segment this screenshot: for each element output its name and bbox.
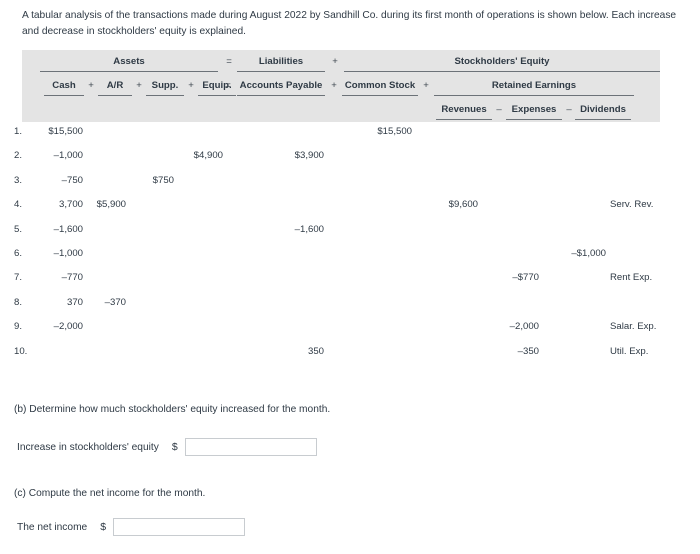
increase-in-stockholders-equity-input[interactable]	[184, 438, 317, 456]
rule-common-stock	[342, 95, 418, 96]
question-c-answer-row: The net income $	[17, 518, 246, 536]
header-operator-minus-2: –	[566, 104, 572, 115]
header-operator-minus-1: –	[496, 104, 502, 115]
table-row: 4. 3,700 $5,900 $9,600 Serv. Rev.	[0, 199, 700, 223]
header-operator-plus-2: +	[88, 80, 94, 91]
header-dividends: Dividends	[580, 104, 626, 115]
cell-expenses: –2,000	[509, 321, 539, 333]
rule-assets	[40, 71, 218, 72]
question-b-label: Increase in stockholders' equity	[17, 441, 159, 453]
header-operator-plus-4: +	[188, 80, 194, 91]
cell-revenues: $9,600	[448, 199, 478, 211]
cell-accounts-payable: –1,600	[294, 223, 324, 235]
question-c-label: The net income	[17, 521, 88, 533]
table-row: 1. $15,500 $15,500	[0, 126, 700, 150]
cell-explanation: Util. Exp.	[610, 345, 649, 357]
header-accounts-receivable: A/R	[106, 80, 124, 91]
header-expenses: Expenses	[511, 104, 557, 115]
cell-dividends: –$1,000	[571, 247, 606, 259]
cell-accounts-receivable: –370	[104, 296, 126, 308]
question-b-currency-symbol: $	[171, 441, 178, 453]
cell-expenses: –$770	[512, 272, 539, 284]
question-c-prompt: (c) Compute the net income for the month…	[14, 488, 206, 499]
rule-expenses	[506, 119, 562, 120]
header-cash: Cash	[52, 80, 76, 91]
table-row: 5. –1,600 –1,600	[0, 224, 700, 248]
rule-accounts-receivable	[98, 95, 132, 96]
header-common-stock: Common Stock	[344, 80, 416, 91]
header-accounts-payable: Accounts Payable	[239, 80, 323, 91]
header-operator-plus-6: +	[423, 80, 429, 91]
table-header-block: Assets = Liabilities + Stockholders' Equ…	[22, 50, 660, 122]
header-stockholders-equity: Stockholders' Equity	[454, 56, 550, 67]
cell-accounts-payable: $3,900	[294, 150, 324, 162]
cell-explanation: Salar. Exp.	[610, 321, 657, 333]
rule-dividends	[575, 119, 631, 120]
question-b-answer-row: Increase in stockholders' equity $	[17, 438, 317, 456]
rule-cash	[44, 95, 84, 96]
table-row: 3. –750 $750	[0, 175, 700, 199]
intro-paragraph: A tabular analysis of the transactions m…	[22, 10, 677, 37]
table-row: 8. 370 –370	[0, 297, 700, 321]
net-income-input[interactable]	[113, 518, 246, 536]
question-c-currency-symbol: $	[100, 521, 107, 533]
header-operator-plus-5: +	[331, 80, 337, 91]
cell-supplies: $750	[152, 174, 174, 186]
table-row: 10. 350 –350 Util. Exp.	[0, 346, 700, 370]
question-b-prompt: (b) Determine how much stockholders' equ…	[14, 404, 331, 415]
cell-expenses: –350	[517, 345, 539, 357]
table-row: 9. –2,000 –2,000 Salar. Exp.	[0, 321, 700, 345]
header-liabilities: Liabilities	[258, 56, 304, 67]
header-revenues: Revenues	[441, 104, 487, 115]
rule-liabilities	[237, 71, 325, 72]
header-operator-plus-1: +	[332, 56, 338, 67]
table-row: 6. –1,000 –$1,000	[0, 248, 700, 272]
rule-retained-earnings	[434, 95, 634, 96]
header-operator-plus-3: +	[136, 80, 142, 91]
rule-supplies	[146, 95, 184, 96]
rule-revenues	[436, 119, 492, 120]
table-row: 7. –770 –$770 Rent Exp.	[0, 272, 700, 296]
cell-explanation: Rent Exp.	[610, 272, 653, 284]
header-supplies: Supp.	[151, 80, 179, 91]
header-operator-equals-2: =	[225, 80, 231, 91]
header-assets: Assets	[113, 56, 145, 67]
rule-accounts-payable	[237, 95, 325, 96]
cell-explanation: Serv. Rev.	[610, 199, 654, 211]
rule-equipment	[198, 95, 236, 96]
cell-common-stock: $15,500	[377, 126, 412, 137]
transaction-rows: 1. $15,500 $15,500 2. –1,000 $4,900 $3,900 3. –7…	[0, 126, 700, 370]
rule-stockholders-equity	[344, 71, 660, 72]
table-row: 2. –1,000 $4,900 $3,900	[0, 150, 700, 174]
header-retained-earnings: Retained Earnings	[491, 80, 577, 91]
header-operator-equals-1: =	[226, 56, 232, 67]
